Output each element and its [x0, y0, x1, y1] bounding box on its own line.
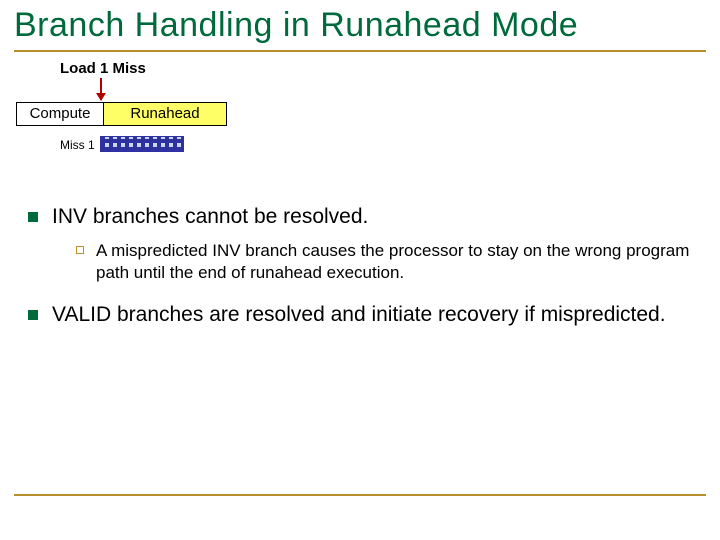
slide: Branch Handling in Runahead Mode Load 1 … — [0, 0, 720, 540]
miss1-bar — [100, 136, 184, 152]
compute-bar: Compute — [16, 102, 104, 126]
runahead-bar: Runahead — [103, 102, 227, 126]
arrow-down-icon — [100, 78, 102, 100]
bullet-valid: VALID branches are resolved and initiate… — [28, 302, 720, 328]
subbullet-inv-mispredict: A mispredicted INV branch causes the pro… — [76, 240, 690, 284]
bullet-inv: INV branches cannot be resolved. — [28, 204, 720, 230]
miss1-label: Miss 1 — [60, 138, 95, 152]
bullet-body: INV branches cannot be resolved. A mispr… — [0, 190, 720, 339]
load-miss-label: Load 1 Miss — [60, 60, 146, 77]
diagram: Load 1 Miss Compute Runahead Miss 1 — [0, 56, 720, 206]
bottom-rule — [14, 494, 706, 496]
title-underline — [14, 50, 706, 52]
slide-title: Branch Handling in Runahead Mode — [14, 6, 578, 45]
